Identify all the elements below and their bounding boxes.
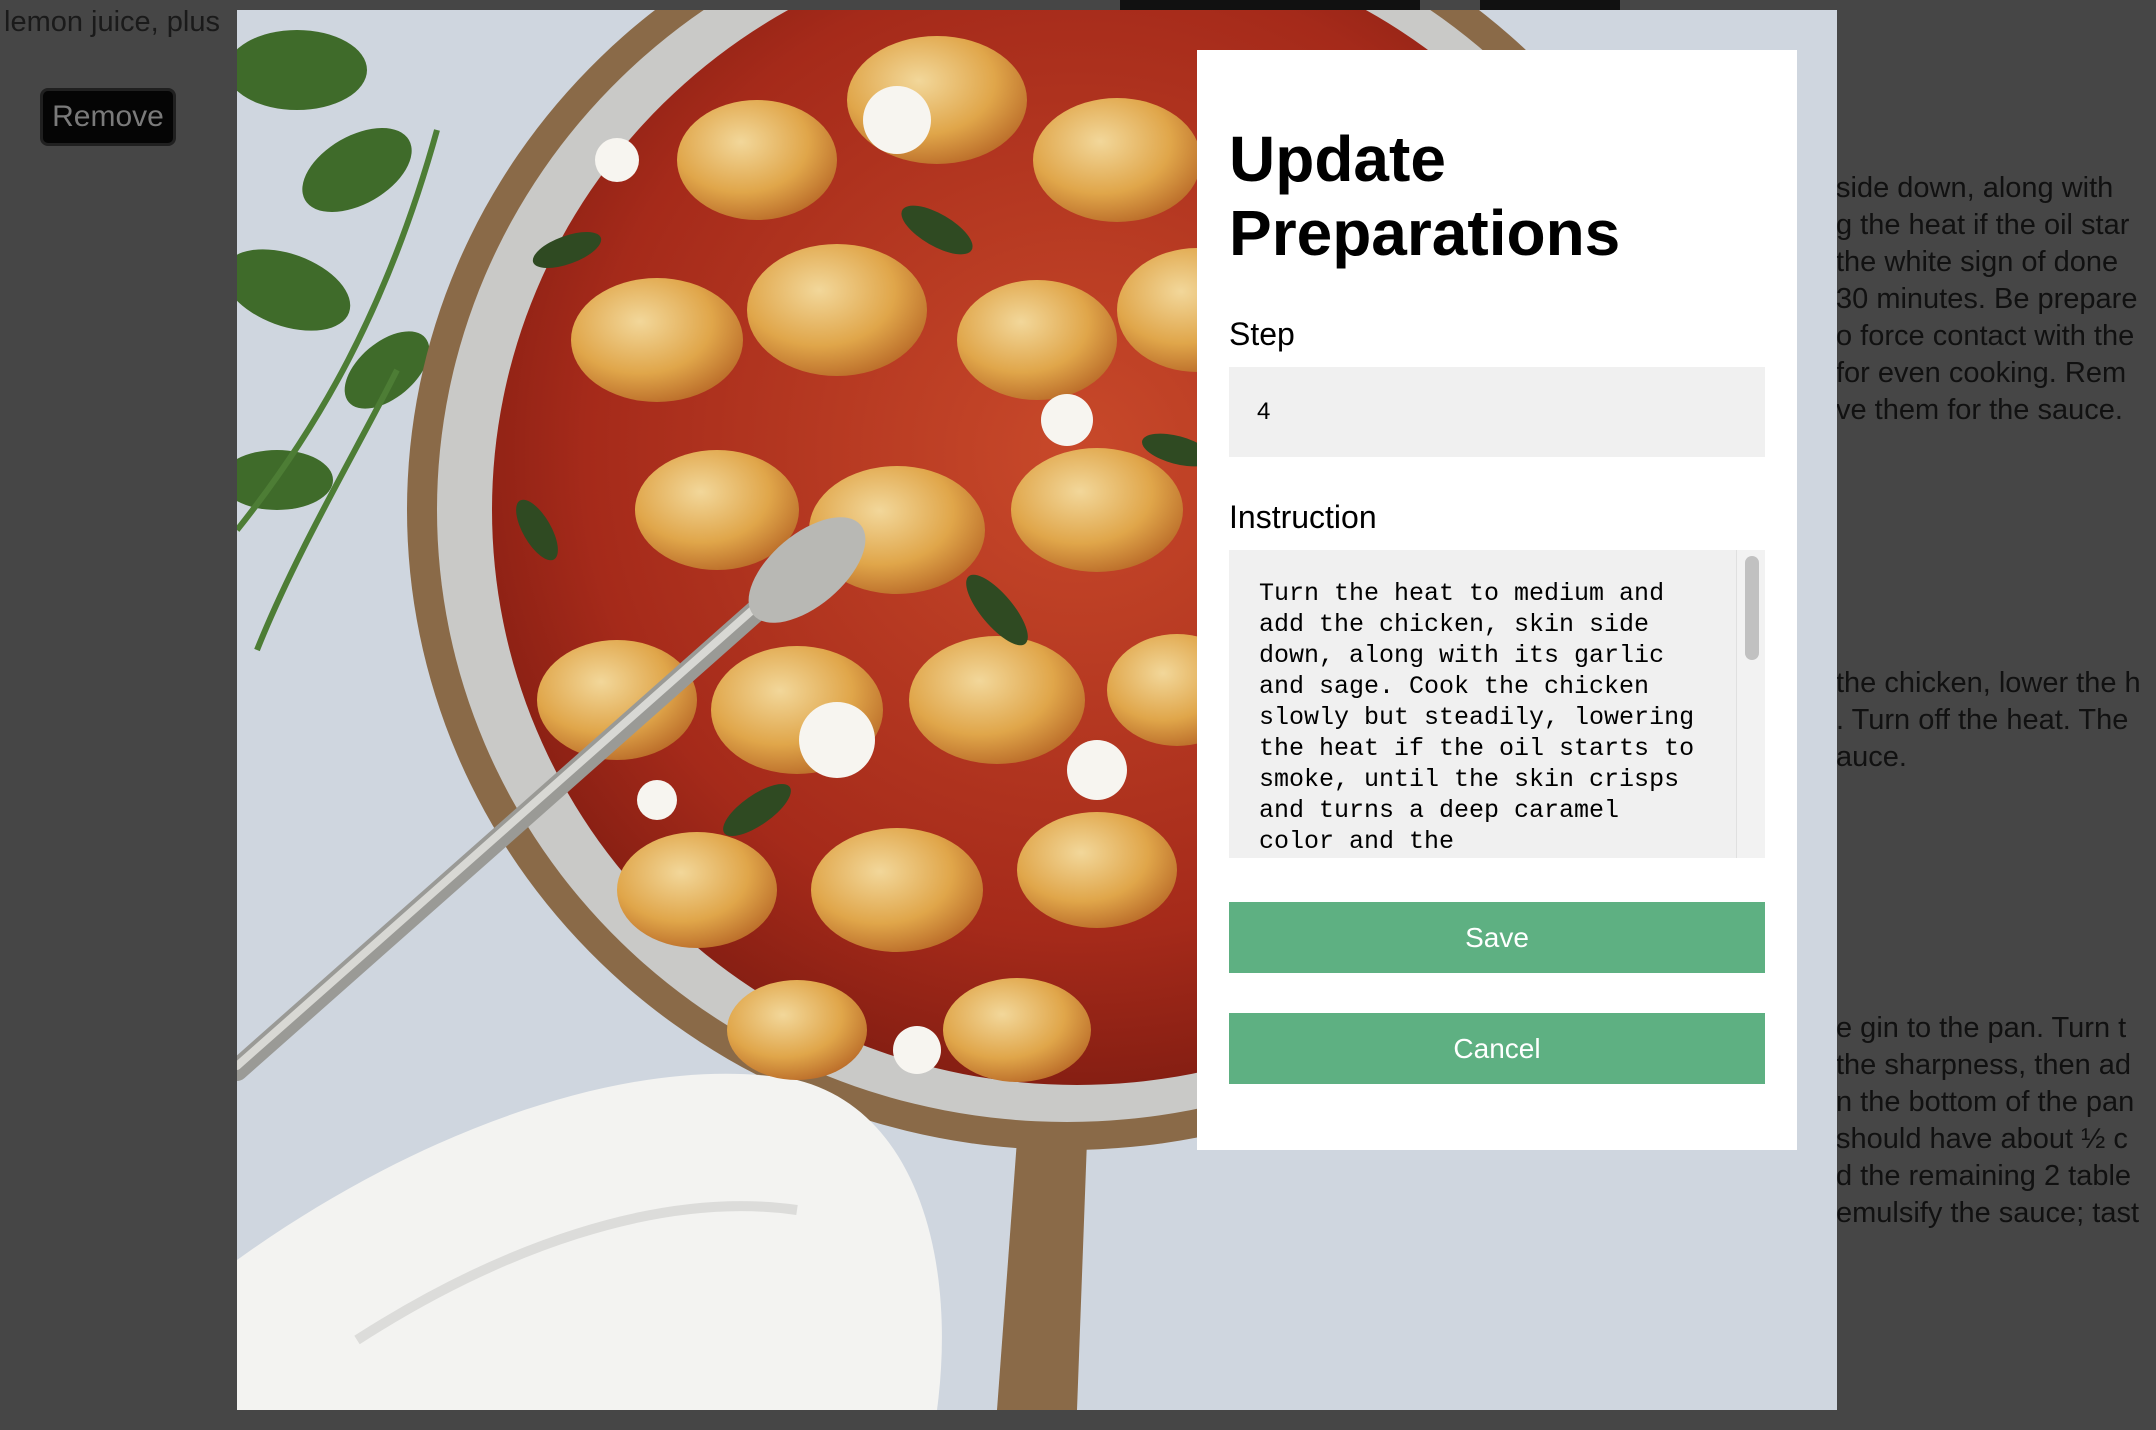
- remove-button[interactable]: Remove: [40, 88, 176, 146]
- background-step-text: side down, along with g the heat if the …: [1836, 172, 2138, 426]
- step-label: Step: [1229, 316, 1295, 352]
- cancel-button[interactable]: Cancel: [1229, 1013, 1765, 1084]
- background-ingredient-text: lemon juice, plus: [4, 6, 220, 38]
- background-steps: side down, along with g the heat if the …: [1836, 0, 2156, 1430]
- instruction-scrollbar-thumb[interactable]: [1745, 556, 1759, 660]
- instruction-field-wrapper: Turn the heat to medium and add the chic…: [1229, 550, 1765, 858]
- background-step-text: the chicken, lower the h . Turn off the …: [1836, 667, 2141, 773]
- instruction-label: Instruction: [1229, 499, 1377, 535]
- background-step-text: e gin to the pan. Turn t the sharpness, …: [1836, 1012, 2140, 1229]
- save-button[interactable]: Save: [1229, 902, 1765, 973]
- instruction-scrollbar[interactable]: [1736, 550, 1765, 858]
- update-preparations-dialog: Update Preparations Step Instruction Tur…: [1197, 50, 1797, 1150]
- dialog-title: Update Preparations: [1229, 123, 1621, 269]
- step-input[interactable]: [1229, 367, 1765, 457]
- instruction-textarea[interactable]: Turn the heat to medium and add the chic…: [1229, 550, 1735, 858]
